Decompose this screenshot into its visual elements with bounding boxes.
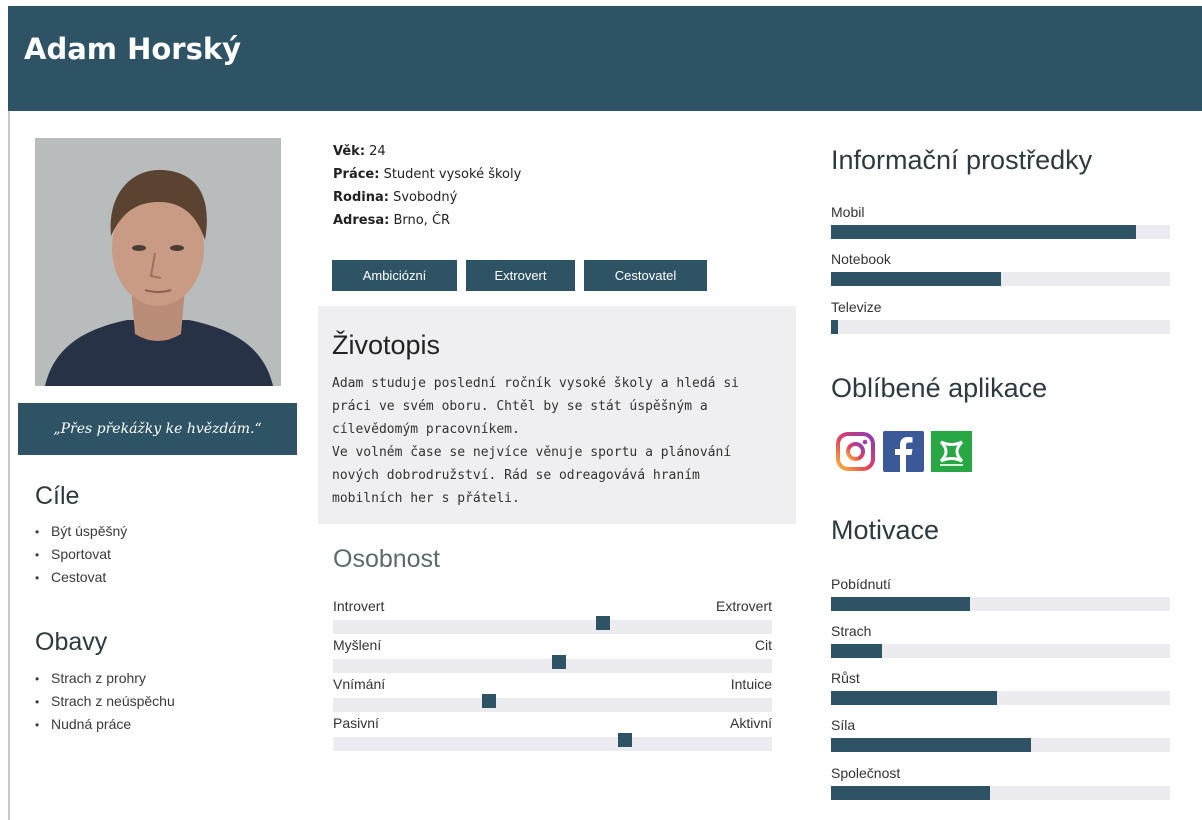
bar-label: Růst: [831, 670, 860, 686]
personality-slider-sensing-intuition: Vnímání Intuice: [333, 675, 772, 715]
slider-left-label: Vnímání: [333, 676, 386, 692]
goals-list: Být úspěšný Sportovat Cestovat: [35, 520, 127, 589]
info-label: Rodina:: [333, 190, 389, 205]
slider-marker: [481, 694, 496, 708]
slider-left-label: Introvert: [333, 598, 385, 614]
media-bar-tv: Televize: [831, 298, 1170, 338]
bar-track: [831, 786, 1170, 800]
personality-slider-passive-active: Pasivní Aktivní: [333, 714, 772, 754]
trait-tag: Cestovatel: [584, 260, 707, 291]
profile-photo: [35, 138, 281, 386]
bar-fill: [831, 225, 1137, 239]
bar-label: Notebook: [831, 251, 891, 267]
biography-text: Adam studuje poslední ročník vysoké škol…: [332, 376, 739, 506]
motivation-title: Motivace: [831, 515, 940, 545]
personal-info: Věk: 24 Práce: Student vysoké školy Rodi…: [333, 140, 521, 232]
motivation-bar-growth: Růst: [831, 669, 1170, 709]
slider-marker: [617, 733, 632, 747]
bar-label: Mobil: [831, 204, 865, 220]
instagram-icon: [835, 431, 876, 472]
slider-track: [333, 737, 772, 751]
bar-track: [831, 738, 1170, 752]
info-label: Práce:: [333, 167, 380, 182]
info-job: Práce: Student vysoké školy: [333, 163, 521, 186]
slider-right-label: Extrovert: [715, 598, 772, 614]
motto-banner: „Přes překážky ke hvězdám.“: [18, 403, 297, 455]
slider-right-label: Cit: [754, 637, 772, 653]
info-value: 24: [369, 144, 386, 159]
info-value: Student vysoké školy: [383, 167, 522, 182]
slider-left-label: Pasivní: [333, 715, 379, 731]
favorite-apps: [835, 431, 979, 472]
list-item: Být úspěšný: [35, 520, 127, 543]
biography-title: Životopis: [332, 330, 441, 360]
bar-track: [831, 644, 1170, 658]
list-item: Nudná práce: [35, 713, 175, 736]
bar-label: Televize: [831, 299, 882, 315]
trait-tag: Extrovert: [466, 260, 575, 291]
slider-left-label: Myšlení: [333, 637, 382, 653]
facebook-icon: [883, 431, 924, 472]
bar-label: Pobídnutí: [831, 576, 891, 592]
bar-track: [831, 272, 1170, 286]
bar-track: [831, 225, 1170, 239]
slider-marker: [552, 655, 567, 669]
list-item: Strach z neúspěchu: [35, 690, 175, 713]
info-value: Brno, ČR: [393, 213, 451, 228]
bar-fill: [831, 320, 838, 334]
under-armour-icon: [931, 431, 972, 472]
info-label: Adresa:: [333, 213, 390, 228]
media-title: Informační prostředky: [831, 145, 1093, 175]
biography-panel: Životopis Adam studuje poslední ročník v…: [318, 306, 796, 524]
bar-label: Společnost: [831, 765, 901, 781]
personality-title: Osobnost: [333, 545, 441, 573]
bar-fill: [831, 738, 1031, 752]
header-bar: Adam Horský: [8, 6, 1202, 111]
bar-track: [831, 691, 1170, 705]
info-age: Věk: 24: [333, 140, 521, 163]
motto-text: „Přes překážky ke hvězdám.“: [53, 421, 262, 437]
motivation-bar-incentive: Pobídnutí: [831, 575, 1170, 615]
bar-track: [831, 320, 1170, 334]
bar-fill: [831, 691, 998, 705]
motivation-bar-power: Síla: [831, 716, 1170, 756]
goals-title: Cíle: [35, 482, 80, 510]
slider-track: [333, 698, 772, 712]
concerns-list: Strach z prohry Strach z neúspěchu Nudná…: [35, 667, 175, 736]
trait-tag: Ambiciózní: [332, 260, 457, 291]
portrait-illustration: [35, 138, 281, 386]
slider-right-label: Aktivní: [729, 715, 772, 731]
personality-slider-thinking-feeling: Myšlení Cit: [333, 636, 772, 676]
bar-fill: [831, 272, 1001, 286]
list-item: Strach z prohry: [35, 667, 175, 690]
persona-name: Adam Horský: [24, 32, 242, 66]
bar-track: [831, 597, 1170, 611]
bar-fill: [831, 644, 882, 658]
slider-track: [333, 620, 772, 634]
bar-fill: [831, 597, 970, 611]
media-bar-mobile: Mobil: [831, 203, 1170, 243]
slider-marker: [595, 616, 610, 630]
list-item: Cestovat: [35, 566, 127, 589]
media-bar-notebook: Notebook: [831, 250, 1170, 290]
apps-title: Oblíbené aplikace: [831, 373, 1048, 403]
bar-fill: [831, 786, 991, 800]
motivation-bar-fear: Strach: [831, 622, 1170, 662]
slider-right-label: Intuice: [730, 676, 772, 692]
motivation-bar-social: Společnost: [831, 764, 1170, 804]
trait-tags: Ambiciózní Extrovert Cestovatel: [332, 260, 716, 291]
info-address: Adresa: Brno, ČR: [333, 209, 521, 232]
personality-slider-introvert-extrovert: Introvert Extrovert: [333, 597, 772, 637]
info-label: Věk:: [333, 144, 366, 159]
concerns-title: Obavy: [35, 628, 108, 656]
info-value: Svobodný: [393, 190, 458, 205]
list-item: Sportovat: [35, 543, 127, 566]
bar-label: Strach: [831, 623, 872, 639]
bar-label: Síla: [831, 717, 856, 733]
info-family: Rodina: Svobodný: [333, 186, 521, 209]
